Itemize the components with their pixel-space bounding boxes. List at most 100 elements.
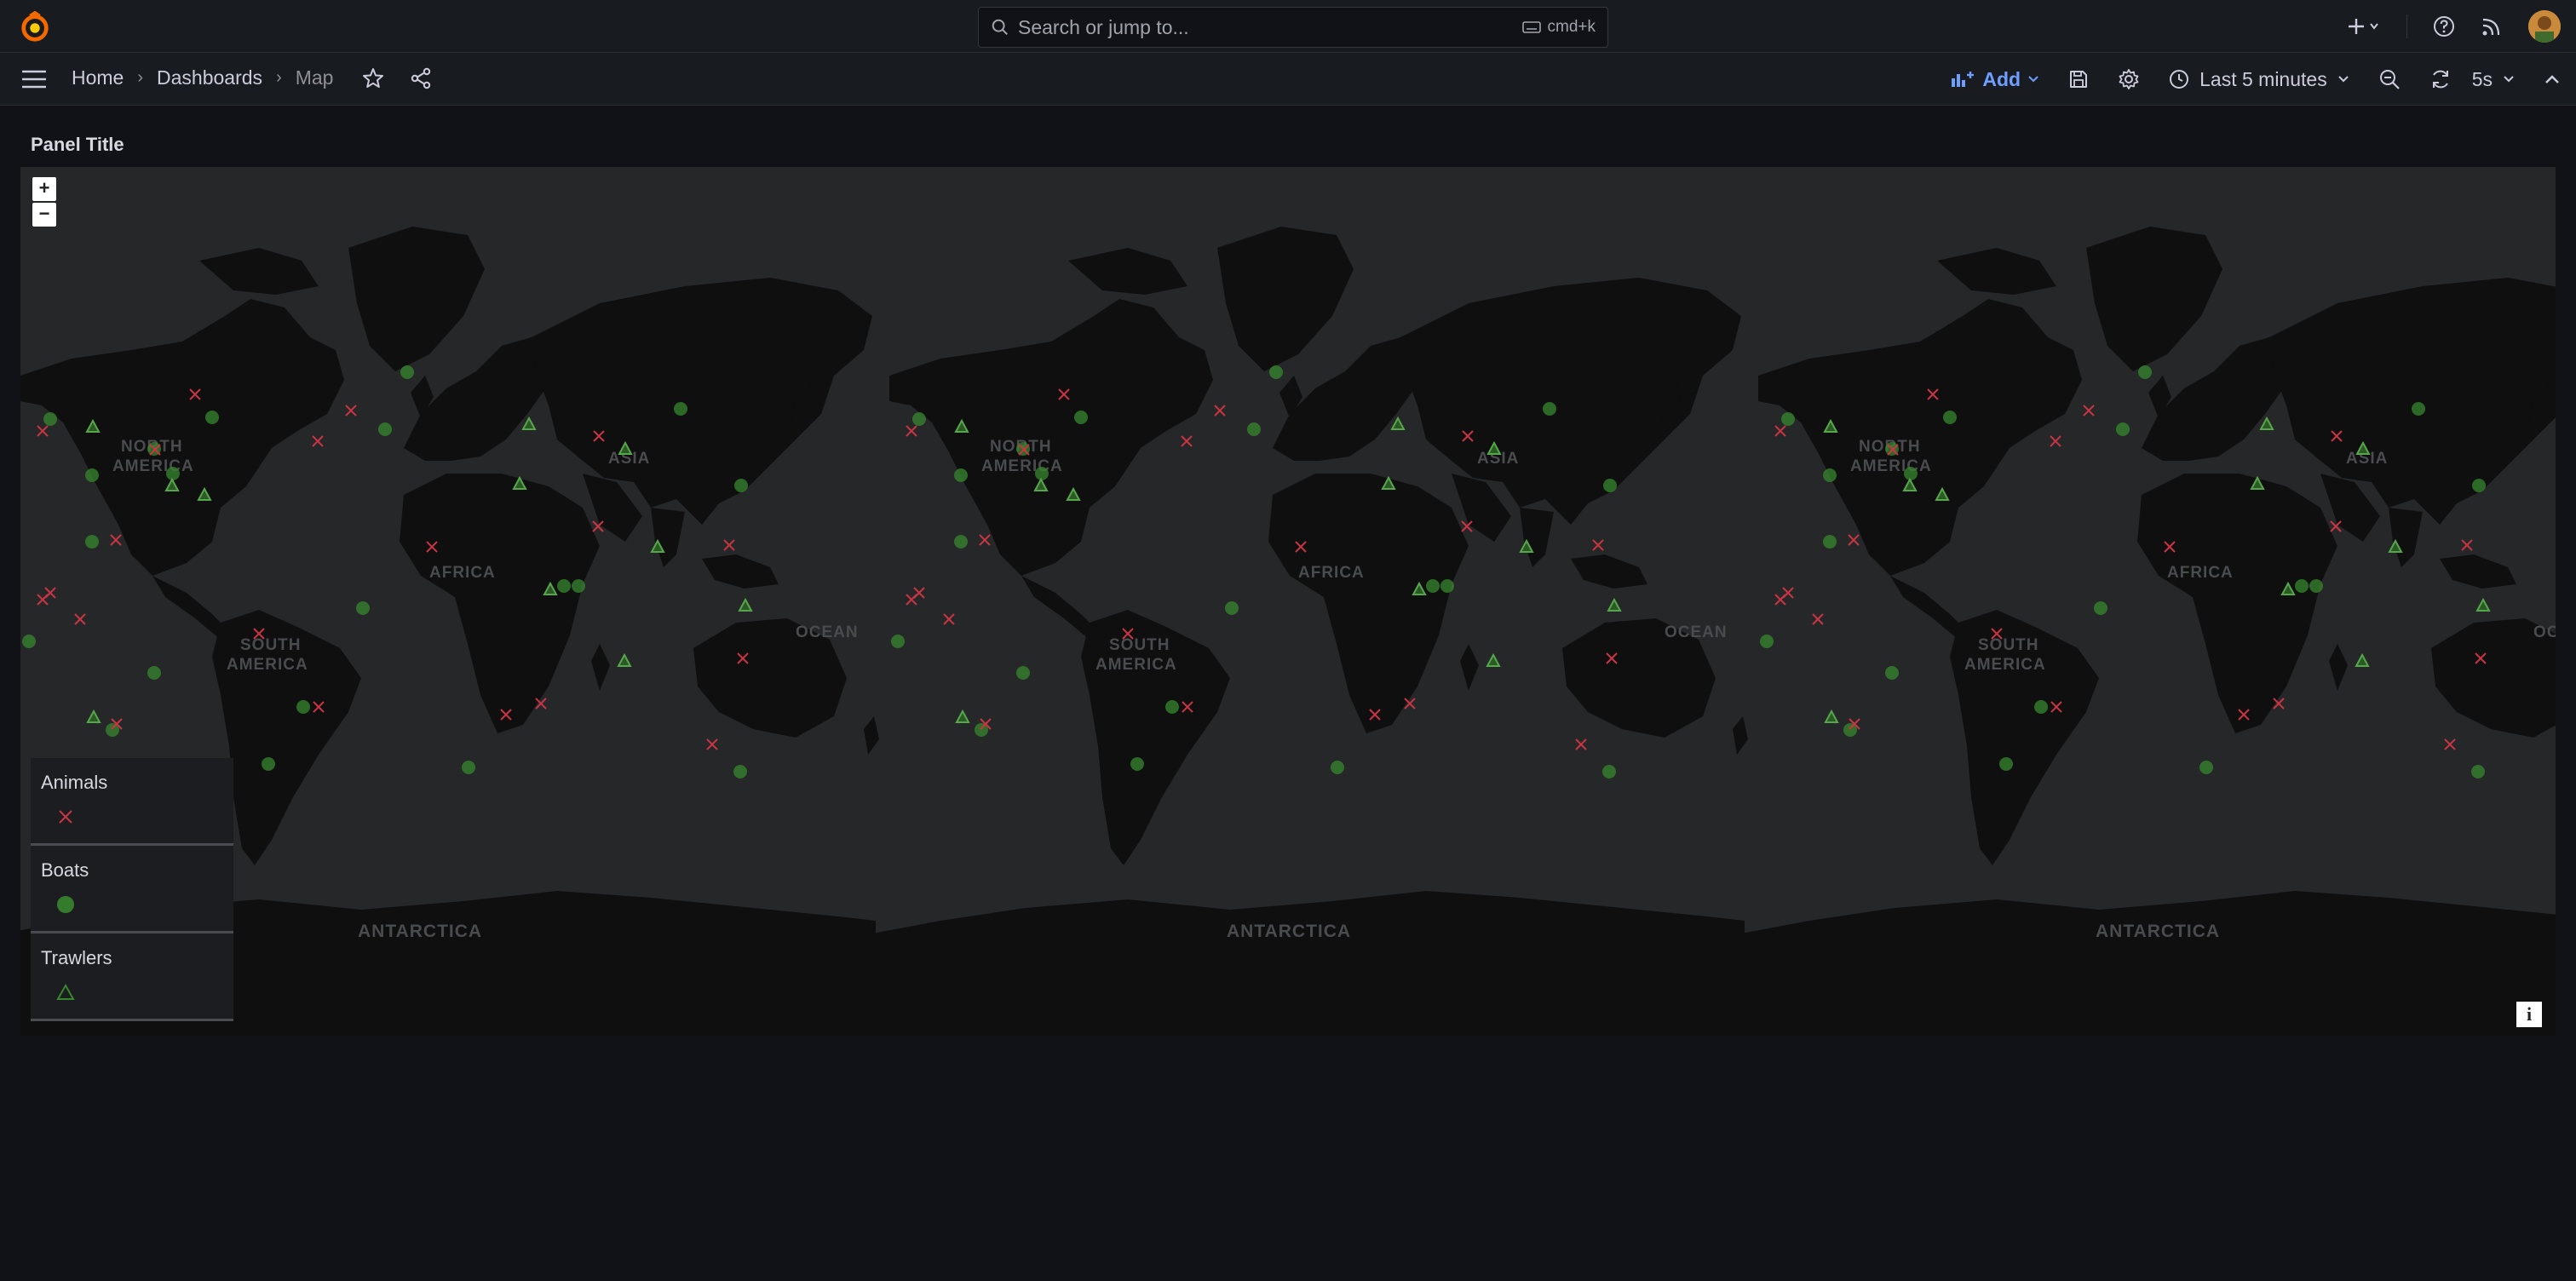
divider [2406, 14, 2407, 38]
boat-marker[interactable] [85, 535, 99, 549]
map-attribution-info-button[interactable]: i [2516, 1002, 2542, 1027]
boat-marker[interactable] [1603, 479, 1617, 492]
star-icon[interactable] [362, 67, 384, 89]
boat-marker[interactable] [378, 422, 392, 436]
boat-marker[interactable] [2034, 700, 2048, 714]
boat-marker[interactable] [733, 765, 747, 778]
collapse-chevron-up-icon[interactable] [2544, 73, 2561, 85]
boat-marker[interactable] [1904, 467, 1918, 480]
help-icon[interactable] [2433, 15, 2455, 37]
boat-marker[interactable] [2309, 579, 2323, 593]
boat-marker[interactable] [85, 468, 99, 482]
label-antarctica: ANTARCTICA [1227, 922, 1351, 941]
user-avatar[interactable] [2528, 10, 2561, 43]
label-south-america-2: AMERICA [227, 656, 308, 674]
boat-marker[interactable] [2471, 765, 2485, 778]
boat-marker[interactable] [2138, 365, 2152, 379]
top-bar: Search or jump to... cmd+k [0, 0, 2576, 53]
boat-marker[interactable] [1074, 411, 1088, 424]
boat-marker[interactable] [356, 601, 370, 615]
boat-marker[interactable] [2199, 761, 2213, 774]
boat-marker[interactable] [2472, 479, 2486, 492]
menu-icon[interactable] [20, 68, 48, 90]
boat-marker[interactable] [734, 479, 748, 492]
boat-marker[interactable] [1823, 535, 1837, 549]
boat-marker[interactable] [1016, 666, 1030, 680]
boat-marker[interactable] [572, 579, 585, 593]
boat-marker[interactable] [674, 402, 687, 416]
legend-item-trawlers: Trawlers [31, 933, 233, 1021]
world-map[interactable]: NORTH AMERICA SOUTH AMERICA AFRICA ASIA … [20, 167, 2556, 1036]
boat-marker[interactable] [1247, 422, 1261, 436]
keyboard-icon [1521, 21, 1541, 33]
boat-marker[interactable] [2094, 601, 2107, 615]
boat-marker[interactable] [1999, 757, 2013, 771]
dashboard-nav-bar: Home › Dashboards › Map Add Last 5 minut… [0, 53, 2576, 106]
boat-marker[interactable] [1943, 411, 1957, 424]
label-antarctica: ANTARCTICA [2096, 922, 2220, 941]
legend-item-boats: Boats [31, 846, 233, 933]
boat-marker[interactable] [1426, 579, 1440, 593]
share-icon[interactable] [410, 67, 432, 89]
label-north-america-2: AMERICA [112, 457, 194, 475]
legend-label: Trawlers [41, 947, 112, 968]
grafana-logo-icon[interactable] [19, 11, 51, 43]
refresh-picker[interactable]: 5s [2429, 68, 2515, 91]
zoom-in-button[interactable]: + [32, 177, 56, 201]
boat-marker[interactable] [147, 666, 161, 680]
search-input[interactable]: Search or jump to... cmd+k [978, 7, 1608, 48]
boat-marker[interactable] [1885, 666, 1899, 680]
boat-marker[interactable] [1165, 700, 1179, 714]
panel-title[interactable]: Panel Title [31, 134, 124, 156]
boat-marker[interactable] [954, 468, 968, 482]
boat-marker[interactable] [912, 412, 926, 426]
boat-marker[interactable] [262, 757, 275, 771]
label-ocean: OCEAN [2533, 623, 2556, 641]
add-label: Add [1982, 67, 2021, 90]
boat-marker[interactable] [557, 579, 571, 593]
cross-icon [59, 810, 72, 824]
boat-marker[interactable] [2116, 422, 2130, 436]
label-ocean: OCEAN [1665, 623, 1728, 641]
boat-marker[interactable] [205, 411, 219, 424]
add-button[interactable]: Add [1950, 68, 2039, 91]
save-icon[interactable] [2068, 69, 2089, 89]
breadcrumb-dashboards[interactable]: Dashboards [157, 66, 262, 89]
boat-marker[interactable] [296, 700, 310, 714]
breadcrumb-current: Map [295, 66, 334, 89]
boat-marker[interactable] [462, 761, 475, 774]
boat-marker[interactable] [1823, 468, 1837, 482]
breadcrumb-home[interactable]: Home [72, 66, 124, 89]
boat-marker[interactable] [400, 365, 414, 379]
zoom-out-button[interactable]: − [32, 203, 56, 227]
chevron-down-icon [2028, 76, 2038, 83]
boat-marker[interactable] [1602, 765, 1616, 778]
boat-marker[interactable] [1225, 601, 1239, 615]
time-range-picker[interactable]: Last 5 minutes [2169, 68, 2349, 91]
boat-marker[interactable] [1440, 579, 1454, 593]
boat-marker[interactable] [22, 635, 36, 648]
boat-marker[interactable] [1760, 635, 1774, 648]
label-ocean: OCEAN [796, 623, 859, 641]
boat-marker[interactable] [2295, 579, 2309, 593]
settings-gear-icon[interactable] [2118, 68, 2140, 90]
boat-marker[interactable] [43, 412, 57, 426]
boat-marker[interactable] [1130, 757, 1144, 771]
geomap-panel[interactable]: NORTH AMERICA SOUTH AMERICA AFRICA ASIA … [20, 167, 2556, 1036]
news-rss-icon[interactable] [2481, 15, 2503, 37]
boat-marker[interactable] [166, 467, 180, 480]
label-south-america: SOUTH [1109, 636, 1170, 654]
boat-marker[interactable] [1781, 412, 1795, 426]
zoom-controls: + − [32, 177, 56, 227]
new-plus-icon[interactable] [2347, 16, 2381, 37]
boat-marker[interactable] [1331, 761, 1344, 774]
boat-marker[interactable] [1035, 467, 1049, 480]
boat-marker[interactable] [2412, 402, 2425, 416]
label-africa: AFRICA [2167, 564, 2234, 582]
boat-marker[interactable] [954, 535, 968, 549]
dashboard-toolbar: Add Last 5 minutes 5s [1950, 63, 2561, 95]
boat-marker[interactable] [1269, 365, 1283, 379]
zoom-out-icon[interactable] [2378, 68, 2401, 90]
boat-marker[interactable] [1543, 402, 1556, 416]
boat-marker[interactable] [891, 635, 905, 648]
